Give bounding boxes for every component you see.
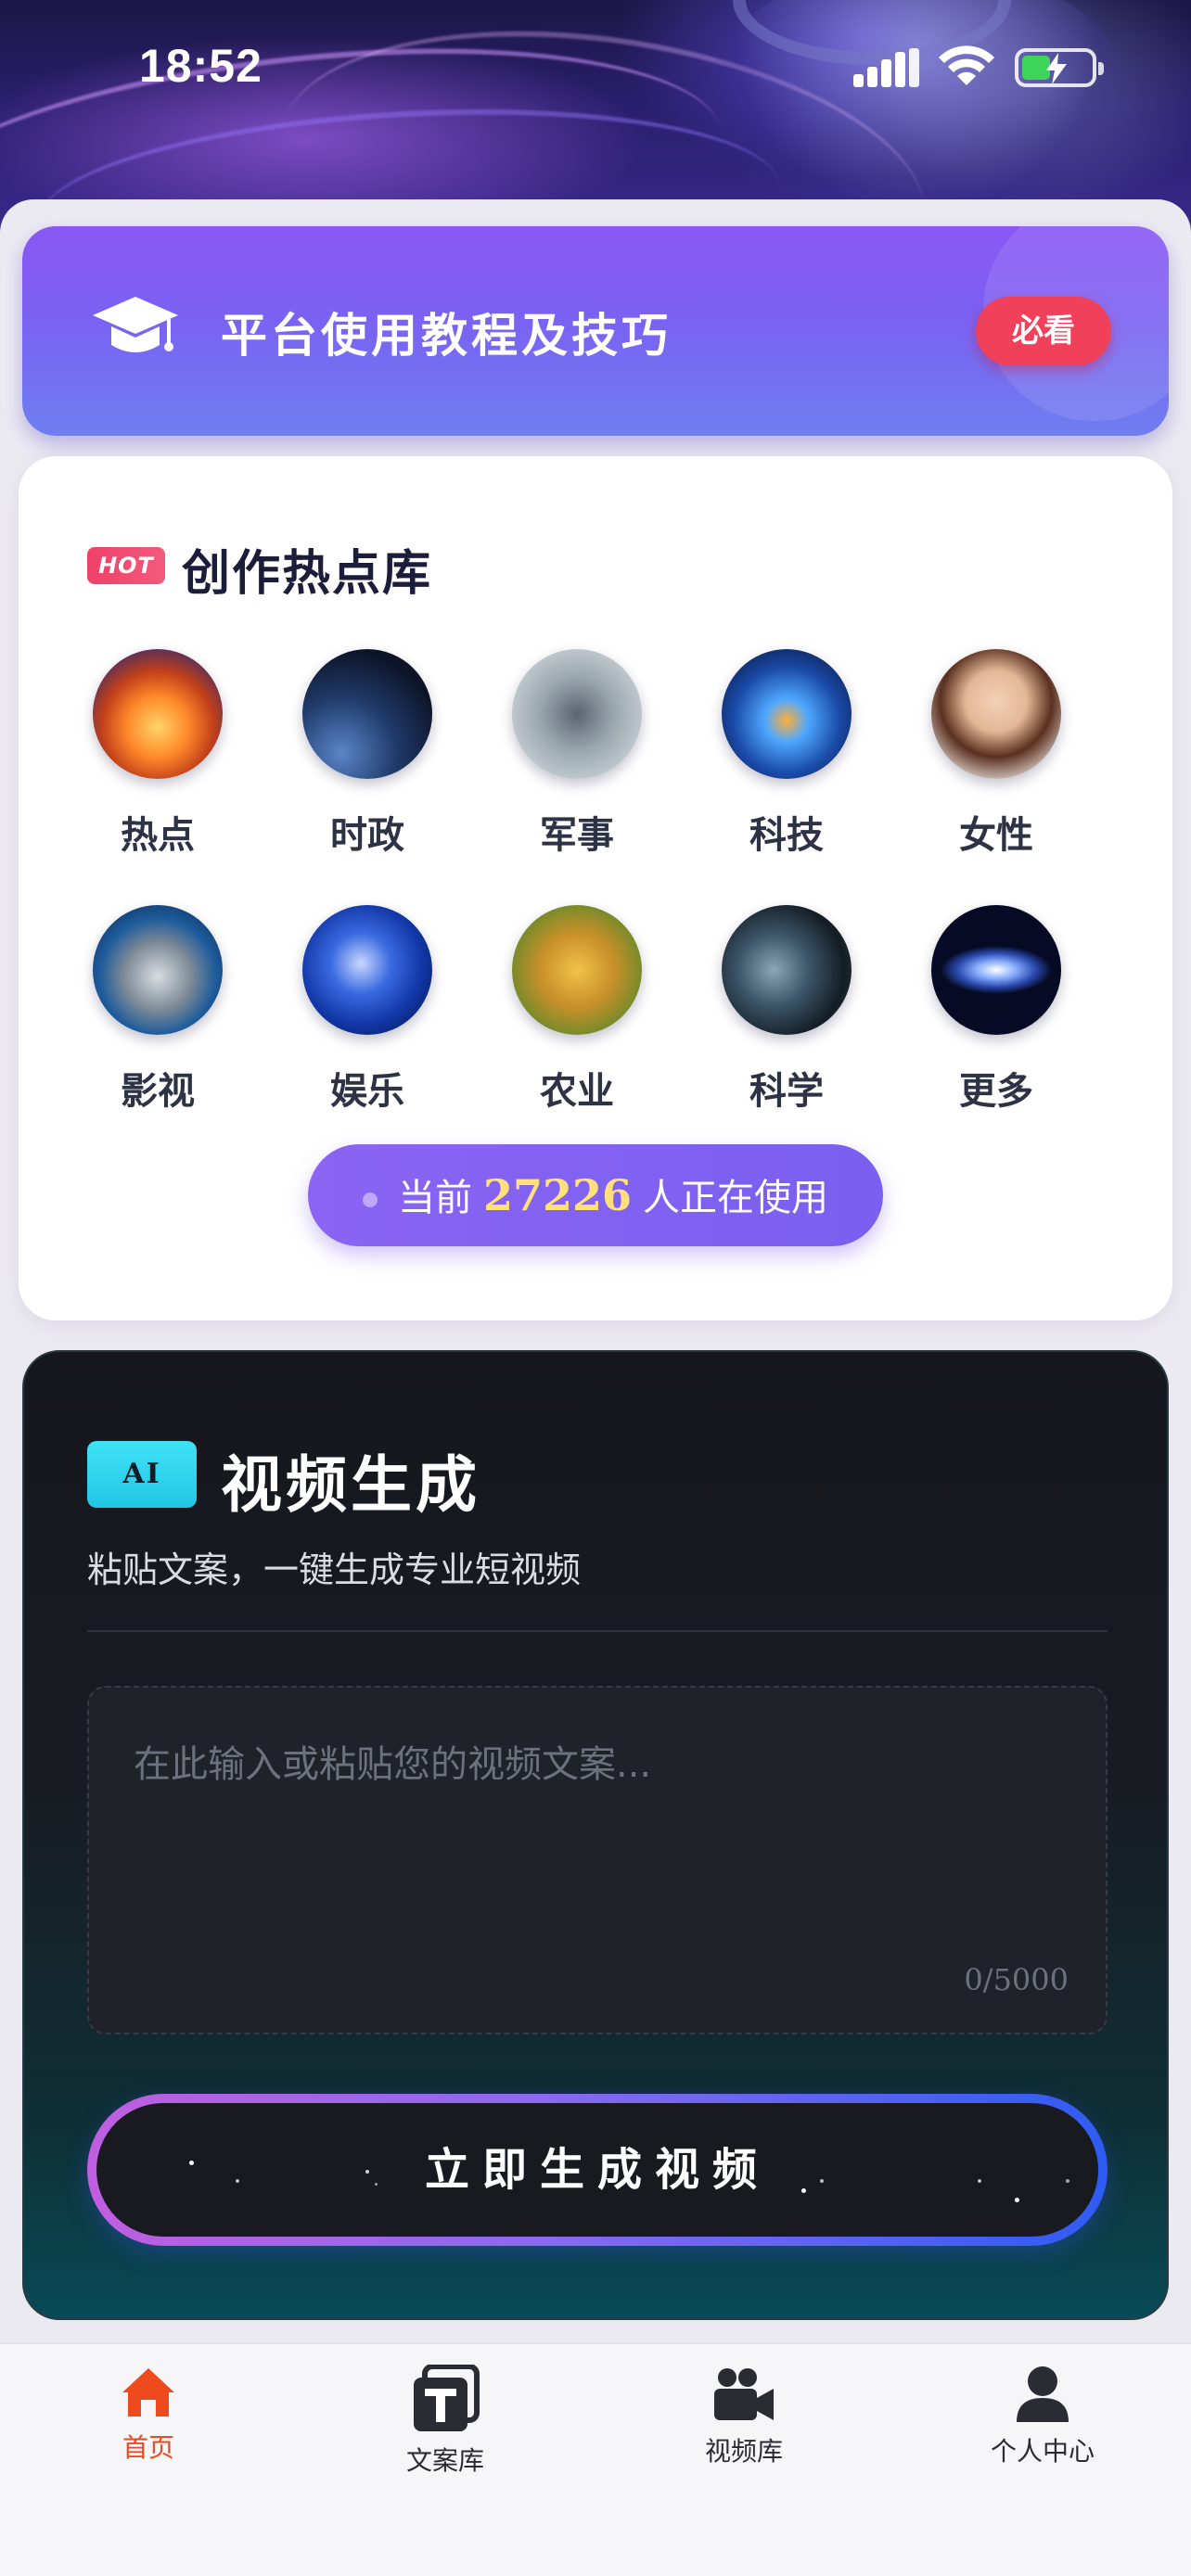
character-count: 0/5000 — [964, 1962, 1069, 1997]
category-label: 更多 — [959, 1070, 1033, 1113]
divider — [87, 1630, 1108, 1632]
category-politics[interactable]: 时政 — [284, 649, 451, 857]
tab-text-library[interactable]: 文案库 — [343, 2365, 547, 2494]
category-label: 热点 — [121, 814, 195, 857]
category-entertainment[interactable]: 娱乐 — [284, 905, 451, 1113]
wifi-icon — [939, 45, 994, 85]
ai-video-title: 视频生成 — [221, 1449, 480, 1521]
generate-video-label: 立即生成视频 — [424, 2144, 770, 2196]
tutorial-banner[interactable]: 平台使用教程及技巧 必看 — [22, 226, 1169, 436]
status-bar: 18:52 — [0, 0, 1191, 139]
category-women[interactable]: 女性 — [913, 649, 1080, 857]
category-hotspot[interactable]: 热点 — [74, 649, 241, 857]
must-see-badge[interactable]: 必看 — [976, 297, 1111, 365]
live-dot-icon — [362, 1192, 378, 1207]
category-label: 科技 — [749, 814, 824, 857]
hot-library-card: HOT 创作热点库 热点 时政 军事 科技 女性 影视 娱乐 农业 科学 更多 … — [19, 456, 1172, 1320]
category-label: 娱乐 — [330, 1070, 404, 1113]
home-icon — [122, 2368, 174, 2417]
active-users-count: 27226 — [482, 1170, 633, 1220]
tab-label: 文案库 — [405, 2445, 484, 2476]
video-camera-icon — [714, 2368, 774, 2420]
bottom-tab-bar: 首页 文案库 视频库 个人中心 — [0, 2342, 1191, 2576]
tab-label: 个人中心 — [990, 2436, 1095, 2467]
category-film[interactable]: 影视 — [74, 905, 241, 1113]
category-more[interactable]: 更多 — [913, 905, 1080, 1113]
battery-charging-icon — [1015, 48, 1104, 87]
graduation-cap-icon — [93, 297, 178, 352]
category-technology[interactable]: 科技 — [703, 649, 870, 857]
category-military[interactable]: 军事 — [493, 649, 660, 857]
category-label: 军事 — [540, 814, 614, 857]
tab-home[interactable]: 首页 — [46, 2365, 250, 2494]
tab-label: 视频库 — [704, 2436, 783, 2467]
category-label: 时政 — [330, 814, 404, 857]
status-time: 18:52 — [139, 40, 263, 92]
active-users-suffix: 人正在使用 — [643, 1177, 829, 1219]
category-agriculture[interactable]: 农业 — [493, 905, 660, 1113]
woman-portrait-icon — [931, 649, 1061, 779]
satellite-earth-icon — [302, 649, 432, 779]
text-library-icon — [414, 2365, 480, 2431]
circuit-chip-icon — [722, 649, 852, 779]
category-label: 影视 — [121, 1070, 195, 1113]
microphone-icon — [302, 905, 432, 1035]
fighter-jet-icon — [512, 649, 642, 779]
wheat-icon — [512, 905, 642, 1035]
active-users-pill: 当前 27226 人正在使用 — [308, 1144, 883, 1246]
bonfire-icon — [93, 649, 223, 779]
tab-profile[interactable]: 个人中心 — [941, 2365, 1145, 2494]
film-clapper-icon — [93, 905, 223, 1035]
category-science[interactable]: 科学 — [703, 905, 870, 1113]
ai-video-panel: AI 视频生成 粘贴文案，一键生成专业短视频 0/5000 立即生成视频 — [22, 1350, 1169, 2320]
category-label: 女性 — [959, 814, 1033, 857]
tab-video-library[interactable]: 视频库 — [642, 2365, 846, 2494]
hot-library-title: 创作热点库 — [182, 546, 433, 602]
ai-video-subtitle: 粘贴文案，一键生成专业短视频 — [87, 1549, 582, 1590]
cellular-signal-icon — [853, 48, 919, 87]
active-users-prefix: 当前 — [397, 1177, 472, 1219]
galaxy-icon — [931, 905, 1061, 1035]
planet-icon — [722, 905, 852, 1035]
tutorial-title: 平台使用教程及技巧 — [221, 309, 672, 363]
category-label: 农业 — [540, 1070, 614, 1113]
generate-video-button[interactable]: 立即生成视频 — [87, 2094, 1108, 2246]
tab-label: 首页 — [122, 2432, 174, 2463]
video-script-input[interactable] — [87, 1686, 1108, 2034]
ai-badge: AI — [87, 1441, 197, 1508]
user-icon — [1017, 2366, 1069, 2422]
category-label: 科学 — [749, 1070, 824, 1113]
hot-badge: HOT — [87, 547, 165, 584]
